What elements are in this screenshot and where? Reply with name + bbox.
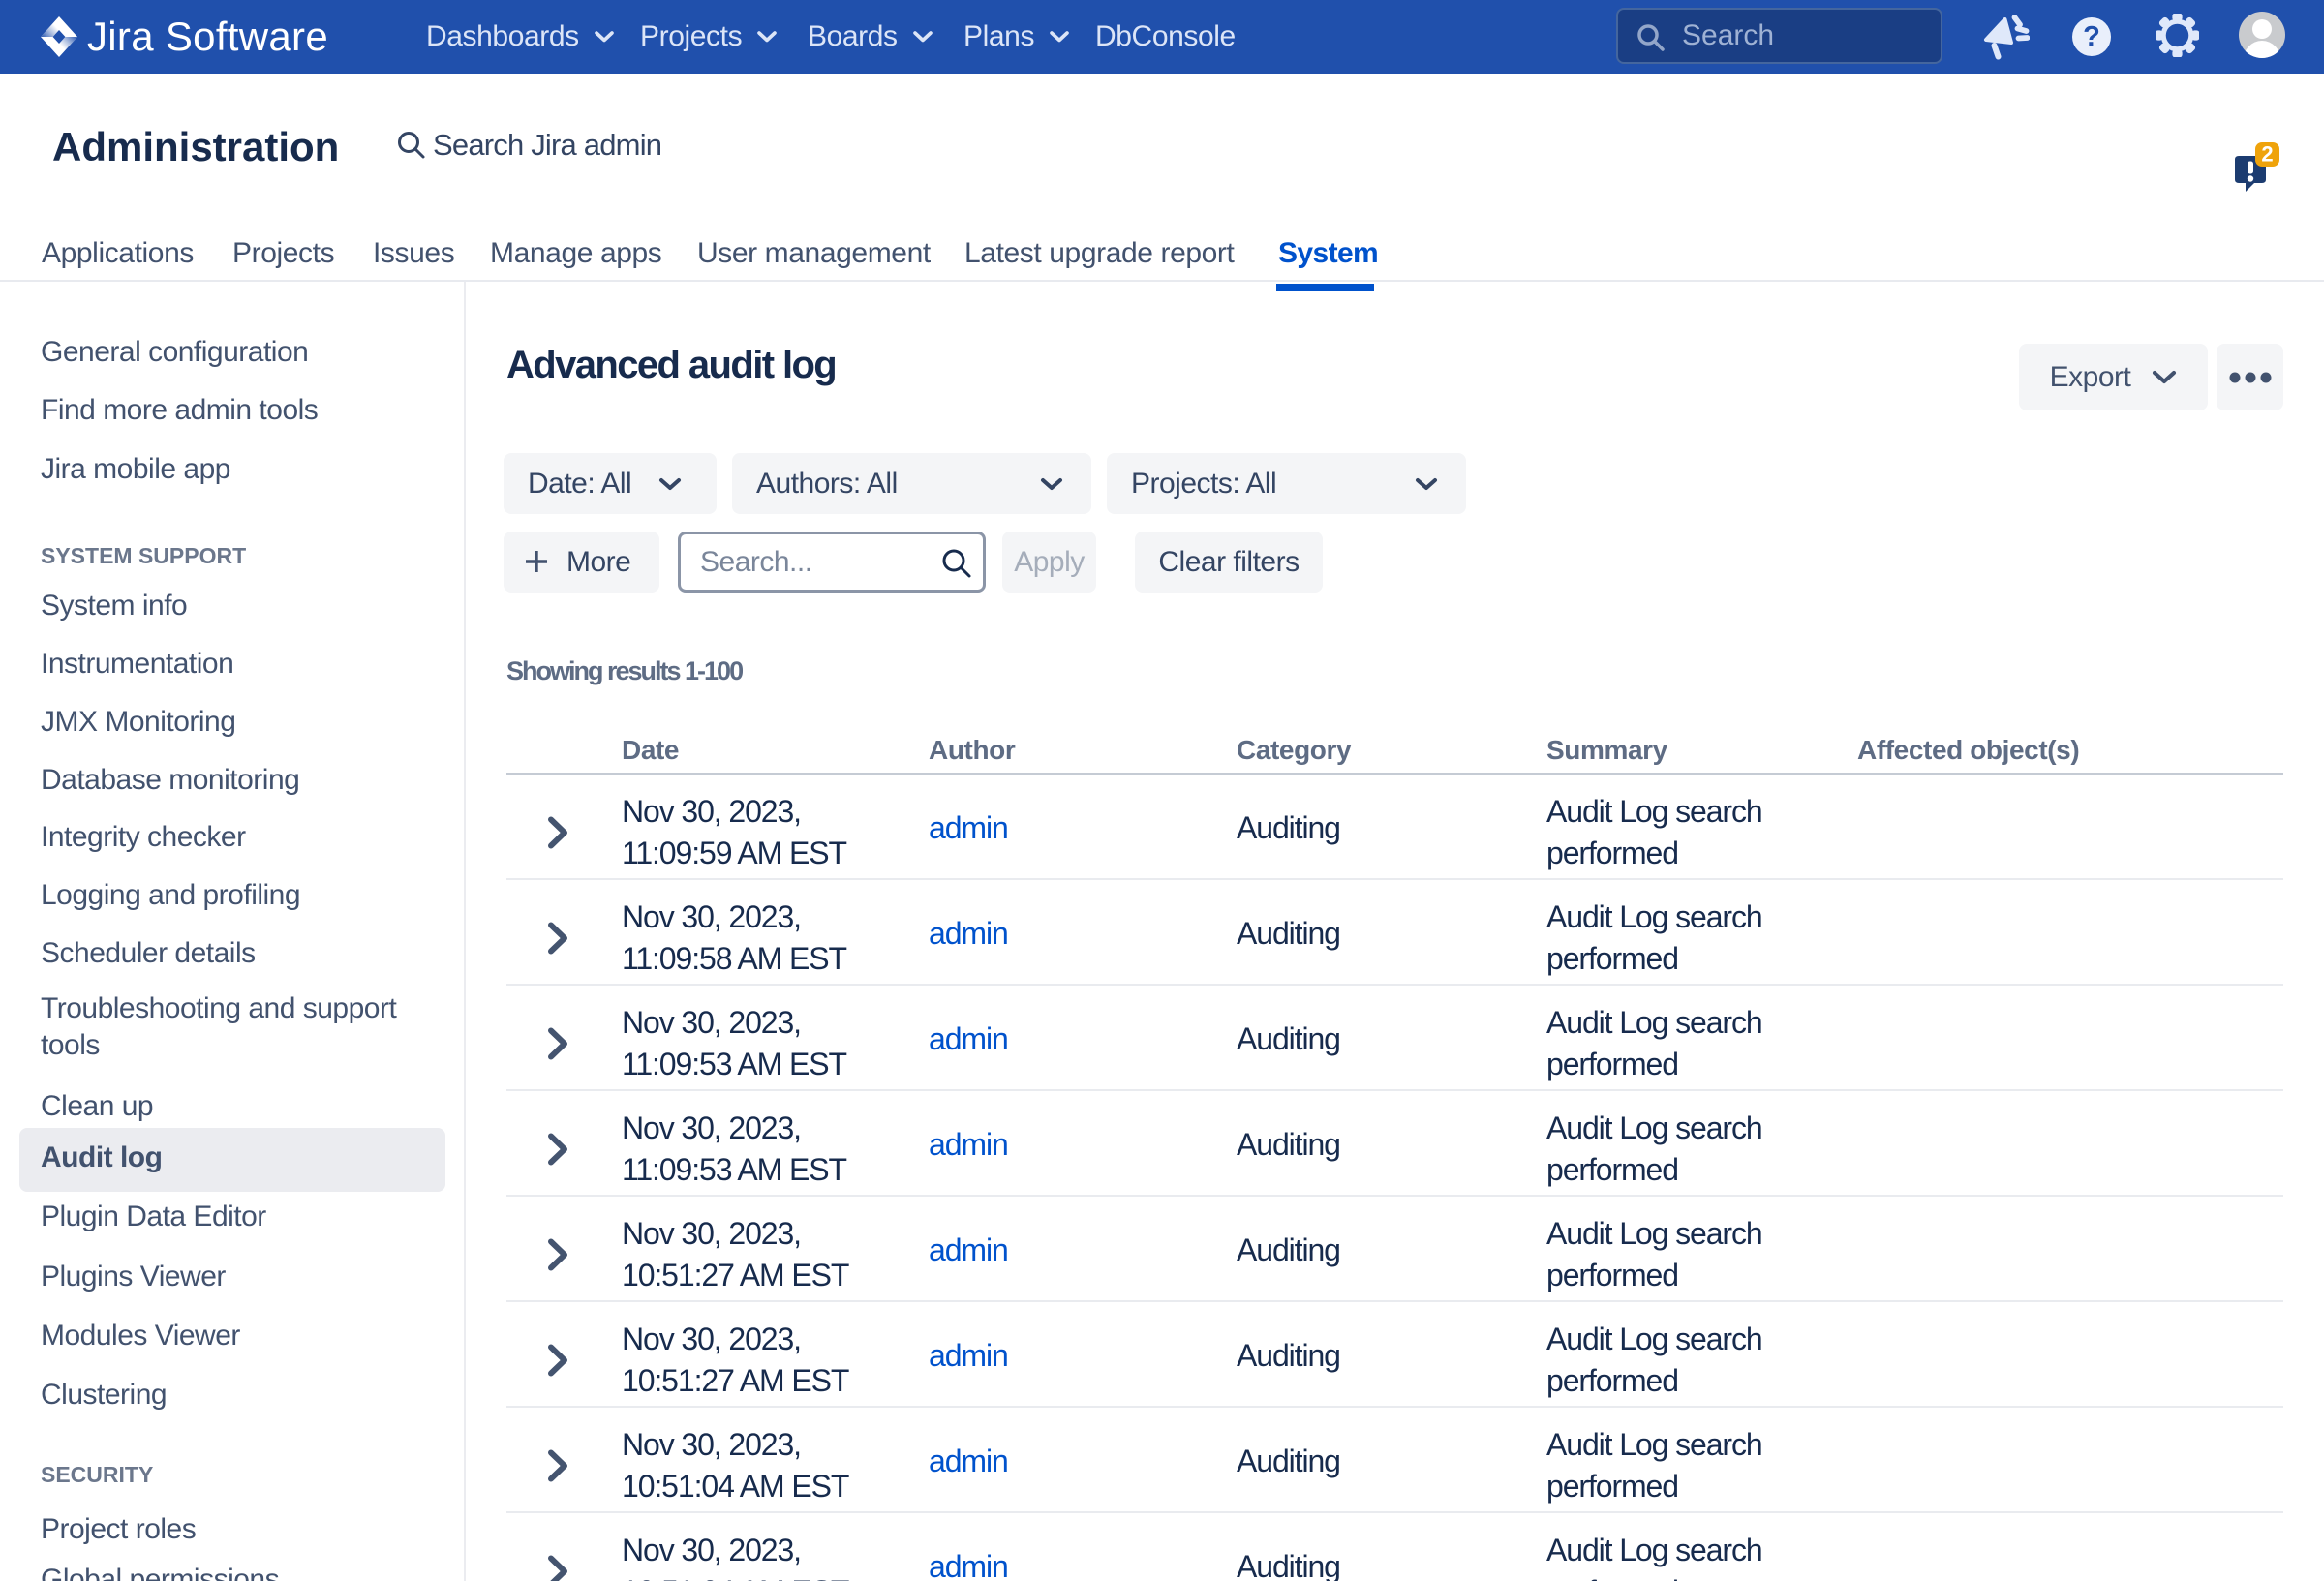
svg-text:2: 2 [2261,142,2273,167]
